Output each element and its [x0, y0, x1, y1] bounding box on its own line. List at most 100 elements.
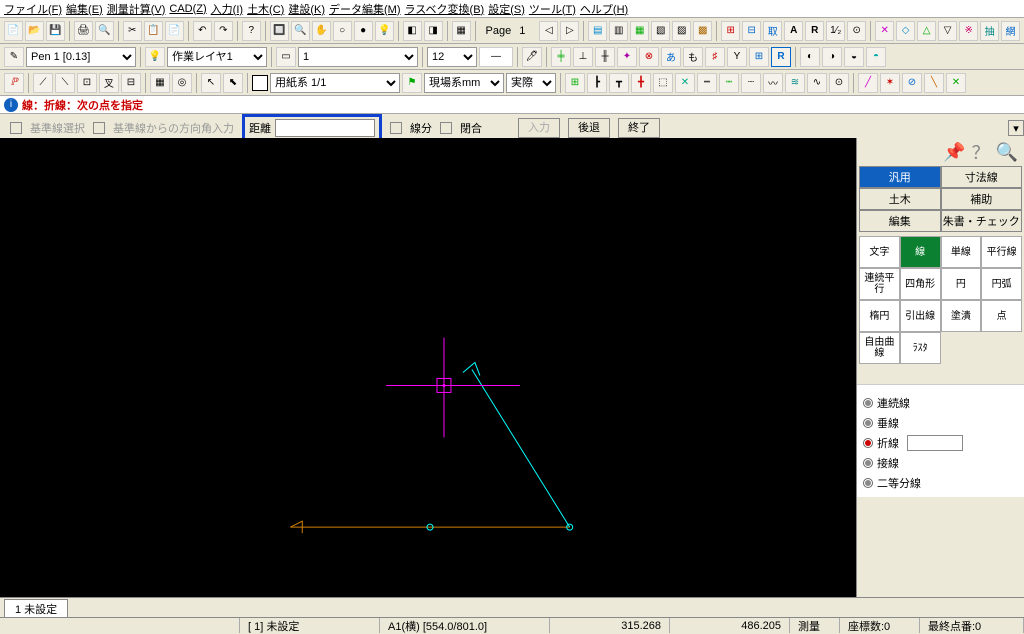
dr-12-icon[interactable]: ∿ — [807, 73, 827, 93]
tool-line[interactable]: 線 — [900, 236, 941, 268]
misc-5-icon[interactable]: ※ — [959, 21, 978, 41]
mode-select[interactable]: 実際 — [506, 73, 556, 93]
text-A-icon[interactable]: A — [784, 21, 803, 41]
copy-icon[interactable]: 📋 — [144, 21, 163, 41]
sn-9-icon[interactable]: Y — [727, 47, 747, 67]
dr-9-icon[interactable]: ┈ — [741, 73, 761, 93]
bulb-icon[interactable]: 💡 — [375, 21, 394, 41]
sn-3-icon[interactable]: ╫ — [595, 47, 615, 67]
m-5-icon[interactable]: ⊟ — [121, 73, 141, 93]
radio-continuous[interactable] — [863, 398, 873, 408]
rx-4-icon[interactable]: ◓ — [866, 47, 886, 67]
sn-6-icon[interactable]: あ — [661, 47, 681, 67]
tool-parallel[interactable]: 平行線 — [981, 236, 1022, 268]
tool-x1-icon[interactable]: ▤ — [588, 21, 607, 41]
linetype-icon[interactable]: ▭ — [276, 47, 296, 67]
cat-general[interactable]: 汎用 — [859, 166, 941, 188]
dr-3-icon[interactable]: ┳ — [609, 73, 629, 93]
m-2-icon[interactable]: ⟍ — [55, 73, 75, 93]
sn-4-icon[interactable]: ✦ — [617, 47, 637, 67]
tool-x5-icon[interactable]: ▨ — [672, 21, 691, 41]
text-o-icon[interactable]: ⊙ — [847, 21, 866, 41]
m-circle-icon[interactable]: ◎ — [172, 73, 192, 93]
misc-3-icon[interactable]: △ — [917, 21, 936, 41]
m-grid-icon[interactable]: ▦ — [150, 73, 170, 93]
radio-polyline[interactable] — [863, 438, 873, 448]
tool-x4-icon[interactable]: ▧ — [651, 21, 670, 41]
paper-flag-icon[interactable]: ⚑ — [402, 73, 422, 93]
linetype-select[interactable]: 1 — [298, 47, 418, 67]
page-prev-icon[interactable]: ◁ — [539, 21, 558, 41]
rx-1-icon[interactable]: ◐ — [800, 47, 820, 67]
preview-icon[interactable]: 🔍 — [95, 21, 114, 41]
misc-4-icon[interactable]: ▽ — [938, 21, 957, 41]
dr-4-icon[interactable]: ╋ — [631, 73, 651, 93]
segment-checkbox[interactable] — [390, 122, 402, 134]
menu-help[interactable]: ヘルプ(H) — [580, 1, 628, 17]
dr-5-icon[interactable]: ⬚ — [653, 73, 673, 93]
misc-2-icon[interactable]: ◇ — [896, 21, 915, 41]
dr-1-icon[interactable]: ⊞ — [565, 73, 585, 93]
sn-5-icon[interactable]: ⊗ — [639, 47, 659, 67]
search-icon[interactable]: 🔍 — [996, 142, 1018, 163]
ed-4-icon[interactable]: ╲ — [924, 73, 944, 93]
ed-2-icon[interactable]: ✶ — [880, 73, 900, 93]
radio-perp[interactable] — [863, 418, 873, 428]
tool-arc[interactable]: 円弧 — [981, 268, 1022, 300]
redo-icon[interactable]: ↷ — [214, 21, 233, 41]
cat-civil[interactable]: 土木 — [859, 188, 941, 210]
m-3-icon[interactable]: ⊡ — [77, 73, 97, 93]
layer-icon[interactable]: 💡 — [145, 47, 165, 67]
close-checkbox[interactable] — [440, 122, 452, 134]
help-icon[interactable]: ？ — [972, 139, 990, 165]
size-select[interactable]: 12 — [427, 47, 477, 67]
dr-8-icon[interactable]: ┉ — [719, 73, 739, 93]
menu-edit[interactable]: 編集(E) — [66, 1, 103, 17]
m-1-icon[interactable]: ⟋ — [33, 73, 53, 93]
base-sel-checkbox[interactable] — [10, 122, 22, 134]
menu-file[interactable]: ファイル(F) — [4, 1, 62, 17]
menu-settings[interactable]: 設定(S) — [488, 1, 525, 17]
drawing-canvas[interactable] — [0, 138, 856, 597]
cat-red[interactable]: 朱書・チェック — [941, 210, 1023, 232]
tool-single[interactable]: 単線 — [941, 236, 982, 268]
menu-survey[interactable]: 測量計算(V) — [107, 1, 166, 17]
sn-2-icon[interactable]: ⊥ — [573, 47, 593, 67]
text-tool-c-icon[interactable]: 取 — [763, 21, 782, 41]
cat-edit[interactable]: 編集 — [859, 210, 941, 232]
menu-cad[interactable]: CAD(Z) — [169, 3, 206, 15]
paper-select[interactable]: 用紙系 1/1 — [270, 73, 400, 93]
pointer-icon[interactable]: ↖ — [201, 73, 221, 93]
menu-const[interactable]: 建設(K) — [288, 1, 325, 17]
field-select[interactable]: 現場系mm — [424, 73, 504, 93]
menu-bar[interactable]: ファイル(F) 編集(E) 測量計算(V) CAD(Z) 入力(I) 土木(C)… — [0, 0, 1024, 18]
dr-2-icon[interactable]: ┣ — [587, 73, 607, 93]
dr-7-icon[interactable]: ┅ — [697, 73, 717, 93]
pin-icon[interactable]: 📌 — [943, 142, 965, 163]
back-button[interactable]: 後退 — [568, 118, 610, 138]
pen-select[interactable]: Pen 1 [0.13] — [26, 47, 136, 67]
menu-civil[interactable]: 土木(C) — [247, 1, 284, 17]
tool-circle[interactable]: 円 — [941, 268, 982, 300]
tool-ellipse[interactable]: 楕円 — [859, 300, 900, 332]
text-1-icon[interactable]: 1⁄₂ — [826, 21, 845, 41]
tool-spline[interactable]: 自由曲線 — [859, 332, 900, 364]
radio-tangent[interactable] — [863, 458, 873, 468]
base-dir-checkbox[interactable] — [93, 122, 105, 134]
zoom-out-icon[interactable]: ○ — [333, 21, 352, 41]
save-icon[interactable]: 💾 — [46, 21, 65, 41]
tool-raster[interactable]: ﾗｽﾀ — [900, 332, 941, 364]
text-R-icon[interactable]: R — [805, 21, 824, 41]
eyedrop-icon[interactable]: 🖊 — [522, 47, 542, 67]
end-button[interactable]: 終了 — [618, 118, 660, 138]
zoom-fit-icon[interactable]: 🔍 — [291, 21, 310, 41]
tool-x6-icon[interactable]: ▩ — [693, 21, 712, 41]
input-button[interactable]: 入力 — [518, 118, 560, 138]
layer-select[interactable]: 作業レイヤ1 — [167, 47, 267, 67]
radio-bisector[interactable] — [863, 478, 873, 488]
cat-dim[interactable]: 寸法線 — [941, 166, 1023, 188]
tool-rect[interactable]: 四角形 — [900, 268, 941, 300]
new-icon[interactable]: 📄 — [4, 21, 23, 41]
ed-3-icon[interactable]: ⊘ — [902, 73, 922, 93]
sn-7-icon[interactable]: も — [683, 47, 703, 67]
